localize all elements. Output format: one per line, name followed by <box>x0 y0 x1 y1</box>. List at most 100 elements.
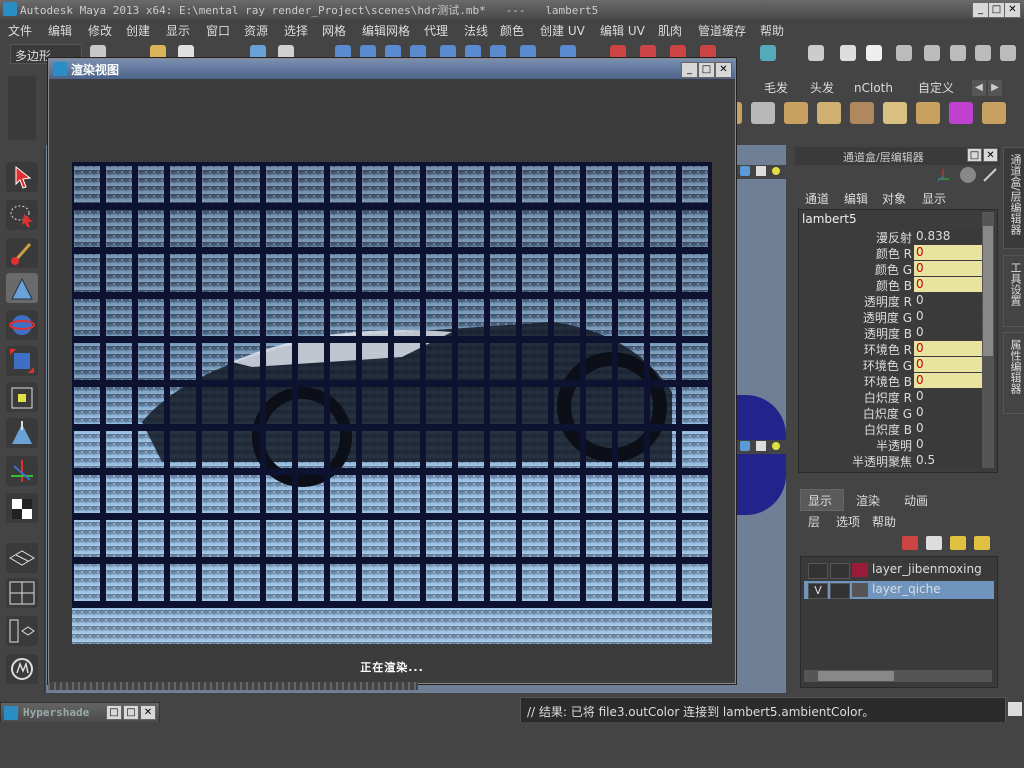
menu-item[interactable]: 帮助 <box>760 22 784 39</box>
attribute-value-field[interactable]: 0 <box>914 357 982 372</box>
select-tool-icon[interactable] <box>6 162 38 192</box>
attribute-value-field[interactable]: 0 <box>914 293 982 308</box>
attribute-value-field[interactable]: 0 <box>914 373 982 388</box>
layer-editor-tab[interactable]: 渲染 <box>856 492 880 509</box>
layer-display-type-toggle[interactable] <box>830 563 850 579</box>
menu-item[interactable]: 肌肉 <box>658 22 682 39</box>
menu-item[interactable]: 显示 <box>166 22 190 39</box>
rotate-tool-icon[interactable] <box>6 310 38 340</box>
layer-visibility-toggle[interactable] <box>808 563 828 579</box>
channel-box-menu-item[interactable]: 编辑 <box>844 190 868 207</box>
menu-item[interactable]: 资源 <box>244 22 268 39</box>
time-slider[interactable] <box>48 682 418 690</box>
menu-item[interactable]: 编辑 UV <box>600 22 645 39</box>
light-icon[interactable] <box>772 167 780 175</box>
shelf-tool-icon[interactable] <box>883 102 907 124</box>
outliner-icon[interactable] <box>924 45 940 61</box>
hypershade-maximize-button[interactable]: □ <box>123 705 139 720</box>
menu-item[interactable]: 修改 <box>88 22 112 39</box>
shelf-tool-icon[interactable] <box>817 102 841 124</box>
sidebar-toggle-icon[interactable] <box>760 45 776 61</box>
menu-item[interactable]: 代理 <box>424 22 448 39</box>
soft-mod-tool-icon[interactable] <box>6 418 38 448</box>
channel-box-scrollbar-thumb[interactable] <box>983 226 993 356</box>
sphere-icon[interactable] <box>960 167 976 183</box>
side-tab-tool-settings[interactable]: 工具设置 <box>1003 255 1024 327</box>
render-view-maximize-button[interactable]: □ <box>698 62 715 78</box>
command-line-result[interactable]: // 结果: 已将 file3.outColor 连接到 lambert5.am… <box>520 697 1006 723</box>
channel-box-menu-item[interactable]: 通道 <box>805 190 829 207</box>
attribute-value-field[interactable]: 0 <box>914 389 982 404</box>
shelf-scroll-left-icon[interactable]: ◀ <box>972 80 986 96</box>
hypershade-minimized-window[interactable]: Hypershade □ □ ✕ <box>0 702 160 724</box>
layer-editor-menu-item[interactable]: 层 <box>808 513 820 530</box>
menu-item[interactable]: 创建 <box>126 22 150 39</box>
last-tool-icon[interactable] <box>6 456 38 486</box>
channel-box-menu-item[interactable]: 显示 <box>922 190 946 207</box>
attribute-value-field[interactable]: 0 <box>914 325 982 340</box>
render-view-minimize-button[interactable]: _ <box>681 62 698 78</box>
new-layer-selected-icon[interactable] <box>974 536 990 550</box>
manipulator-tool-icon[interactable] <box>6 382 38 412</box>
single-perspective-layout-icon[interactable] <box>6 543 38 573</box>
shelf-tool-icon[interactable] <box>784 102 808 124</box>
attribute-value-field[interactable]: 0.838 <box>914 229 982 244</box>
shelf-scroll-right-icon[interactable]: ▶ <box>988 80 1002 96</box>
shelf-tool-icon[interactable] <box>916 102 940 124</box>
layer-visibility-toggle[interactable]: V <box>808 583 828 599</box>
channel-box-toggle-icon[interactable] <box>808 45 824 61</box>
channel-box-float-button[interactable]: □ <box>967 148 982 162</box>
menu-item[interactable]: 编辑网格 <box>362 22 410 39</box>
layer-color-swatch[interactable] <box>852 563 868 577</box>
render-view-titlebar[interactable]: 渲染视图 _ □ ✕ <box>49 59 735 79</box>
channel-box-close-button[interactable]: ✕ <box>983 148 998 162</box>
checker-icon[interactable] <box>756 441 766 451</box>
move-tool-icon[interactable] <box>6 273 38 303</box>
attribute-value-field[interactable]: 0 <box>914 309 982 324</box>
transform-icon[interactable] <box>935 167 951 183</box>
attribute-value-field[interactable]: 0 <box>914 277 982 292</box>
attribute-value-field[interactable]: 0 <box>914 341 982 356</box>
channel-icon[interactable] <box>975 45 991 61</box>
menu-item[interactable]: 窗口 <box>206 22 230 39</box>
layer-scrollbar-thumb[interactable] <box>818 671 894 681</box>
menu-item[interactable]: 颜色 <box>500 22 524 39</box>
lasso-tool-icon[interactable] <box>6 200 38 230</box>
attribute-value-field[interactable]: 0 <box>914 437 982 452</box>
channel-box-scrollbar[interactable] <box>982 212 994 468</box>
maya-script-icon[interactable] <box>6 654 38 684</box>
render-image[interactable] <box>72 162 712 644</box>
shelf-tool-icon[interactable] <box>949 102 973 124</box>
attribute-value-field[interactable]: 0 <box>914 405 982 420</box>
scale-tool-icon[interactable] <box>6 346 38 376</box>
layer-color-swatch[interactable] <box>852 583 868 597</box>
layer-editor-tab[interactable]: 显示 <box>808 492 832 509</box>
new-layer-icon[interactable] <box>950 536 966 550</box>
hypershade-swatch-icon[interactable] <box>6 493 38 523</box>
tool-settings-icon[interactable] <box>866 45 882 61</box>
script-editor-icon[interactable] <box>1008 702 1022 716</box>
minimize-button[interactable]: _ <box>972 2 989 18</box>
panel-icon[interactable] <box>950 45 966 61</box>
menu-item[interactable]: 选择 <box>284 22 308 39</box>
shelf-menu-icon[interactable] <box>8 76 36 140</box>
layer-editor-tab[interactable]: 动画 <box>904 492 928 509</box>
layer-move-icon[interactable] <box>902 536 918 550</box>
outliner-layout-icon[interactable] <box>6 616 38 646</box>
menu-item[interactable]: 法线 <box>464 22 488 39</box>
shelf-tab[interactable]: nCloth <box>848 78 899 98</box>
render-view-close-button[interactable]: ✕ <box>715 62 732 78</box>
layer-row[interactable]: layer_jibenmoxing <box>804 561 994 579</box>
shelf-tab[interactable]: 自定义 <box>912 78 960 98</box>
menu-item[interactable]: 创建 UV <box>540 22 585 39</box>
layer-editor-menu-item[interactable]: 帮助 <box>872 513 896 530</box>
layer-icon[interactable] <box>1000 45 1016 61</box>
layer-scrollbar[interactable] <box>804 670 992 682</box>
paint-select-tool-icon[interactable] <box>6 238 38 268</box>
menu-item[interactable]: 编辑 <box>48 22 72 39</box>
arrow-icon[interactable] <box>982 167 998 183</box>
layer-display-type-toggle[interactable] <box>830 583 850 599</box>
shelf-tool-icon[interactable] <box>751 102 775 124</box>
shelf-tool-icon[interactable] <box>850 102 874 124</box>
attribute-value-field[interactable]: 0.5 <box>914 453 982 468</box>
